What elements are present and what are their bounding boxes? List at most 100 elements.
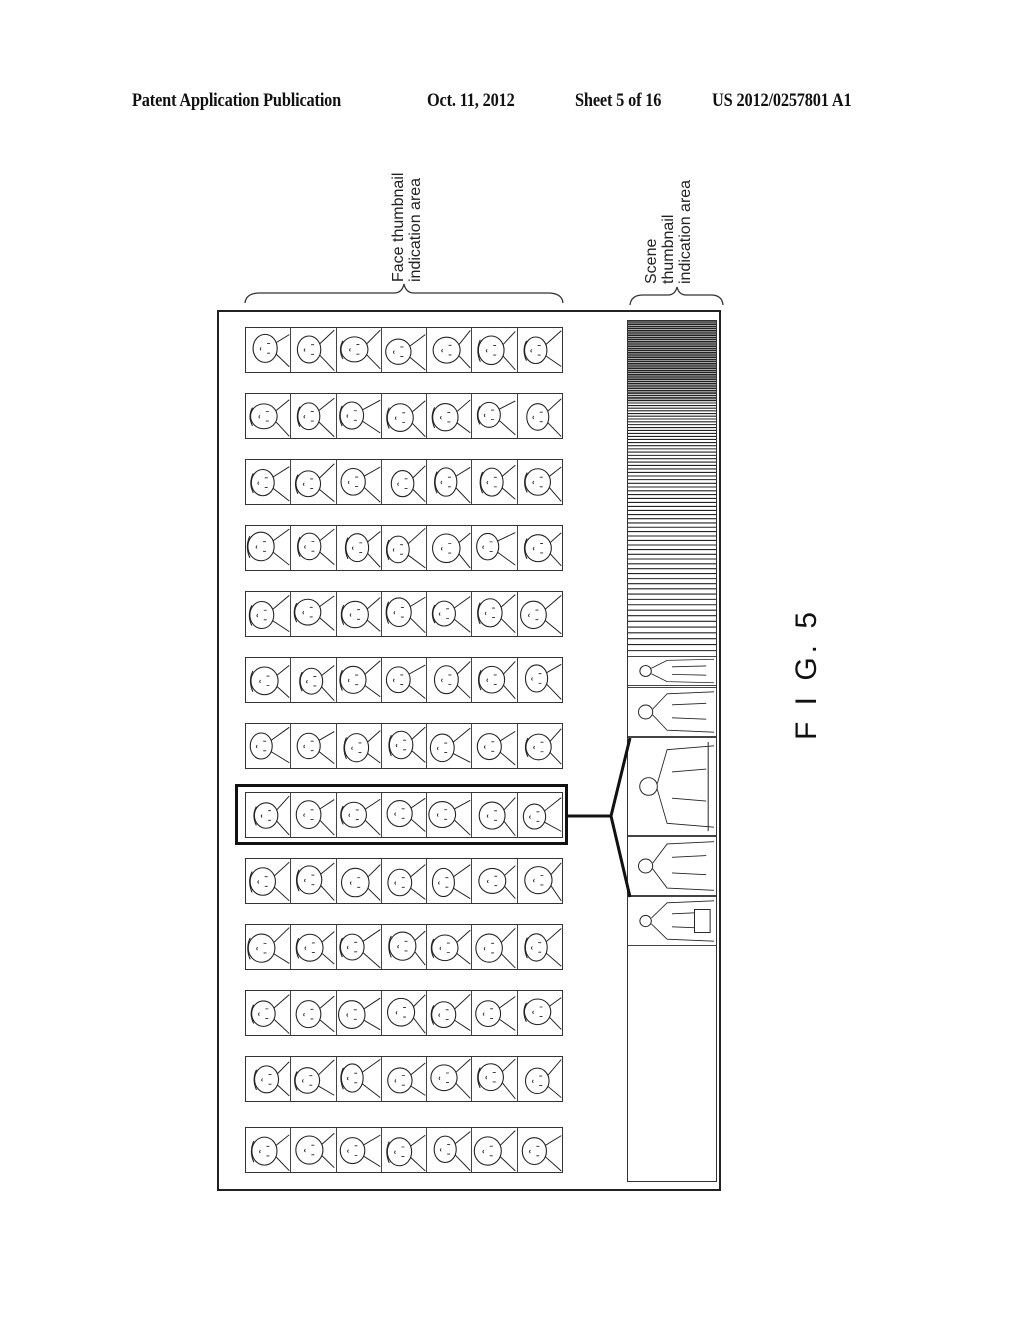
face-thumbnail[interactable]: [337, 328, 382, 372]
face-thumbnail[interactable]: [518, 526, 562, 570]
face-thumbnail[interactable]: [518, 991, 562, 1035]
face-row[interactable]: [245, 990, 563, 1036]
face-thumbnail[interactable]: [472, 460, 518, 504]
scene-thumbnail-area[interactable]: [627, 320, 717, 1182]
face-thumbnail[interactable]: [246, 859, 292, 903]
face-thumbnail[interactable]: [291, 859, 337, 903]
face-thumbnail[interactable]: [472, 925, 518, 969]
face-thumbnail[interactable]: [246, 925, 292, 969]
face-thumbnail[interactable]: [427, 328, 473, 372]
face-thumbnail[interactable]: [427, 991, 473, 1035]
face-thumbnail[interactable]: [246, 526, 292, 570]
face-row[interactable]: [245, 924, 563, 970]
face-thumbnail[interactable]: [518, 592, 562, 636]
face-thumbnail[interactable]: [337, 460, 382, 504]
scene-person-selected[interactable]: [628, 737, 716, 836]
face-thumbnail[interactable]: [382, 526, 428, 570]
face-thumbnail[interactable]: [427, 1057, 473, 1101]
face-row[interactable]: [245, 723, 563, 769]
face-thumbnail[interactable]: [472, 526, 518, 570]
face-thumbnail[interactable]: [291, 526, 337, 570]
face-thumbnail[interactable]: [382, 859, 428, 903]
face-thumbnail[interactable]: [427, 460, 473, 504]
face-thumbnail[interactable]: [246, 1057, 292, 1101]
face-thumbnail[interactable]: [291, 592, 337, 636]
face-thumbnail[interactable]: [472, 328, 518, 372]
face-thumbnail[interactable]: [246, 724, 292, 768]
face-thumbnail[interactable]: [472, 394, 518, 438]
face-thumbnail[interactable]: [382, 1057, 428, 1101]
face-thumbnail[interactable]: [246, 328, 292, 372]
face-row[interactable]: [245, 657, 563, 703]
face-row[interactable]: [245, 393, 563, 439]
face-thumbnail[interactable]: [472, 592, 518, 636]
face-thumbnail[interactable]: [291, 1057, 337, 1101]
scene-person-small-1[interactable]: [628, 656, 716, 686]
face-thumbnail[interactable]: [291, 991, 337, 1035]
face-thumbnail[interactable]: [518, 394, 562, 438]
face-thumbnail[interactable]: [291, 394, 337, 438]
face-thumbnail[interactable]: [427, 1128, 473, 1172]
face-row[interactable]: [245, 459, 563, 505]
face-row[interactable]: [245, 327, 563, 373]
face-thumbnail[interactable]: [291, 328, 337, 372]
face-thumbnail[interactable]: [337, 658, 382, 702]
face-thumbnail[interactable]: [518, 724, 562, 768]
scene-person-with-box[interactable]: [628, 896, 716, 946]
scene-person-4[interactable]: [628, 836, 716, 896]
face-thumbnail[interactable]: [427, 526, 473, 570]
face-thumbnail[interactable]: [382, 460, 428, 504]
face-thumbnail[interactable]: [291, 925, 337, 969]
face-thumbnail[interactable]: [382, 925, 428, 969]
face-thumbnail[interactable]: [427, 859, 473, 903]
face-thumbnail[interactable]: [337, 1128, 382, 1172]
face-thumbnail[interactable]: [337, 724, 382, 768]
face-thumbnail[interactable]: [382, 394, 428, 438]
face-thumbnail[interactable]: [518, 1128, 562, 1172]
face-thumbnail[interactable]: [382, 328, 428, 372]
face-thumbnail[interactable]: [472, 859, 518, 903]
face-thumbnail[interactable]: [427, 592, 473, 636]
face-thumbnail[interactable]: [427, 658, 473, 702]
face-thumbnail[interactable]: [472, 724, 518, 768]
face-thumbnail[interactable]: [472, 1128, 518, 1172]
face-row[interactable]: [245, 858, 563, 904]
face-thumbnail[interactable]: [518, 925, 562, 969]
face-thumbnail[interactable]: [337, 1057, 382, 1101]
face-thumbnail[interactable]: [518, 1057, 562, 1101]
face-thumbnail[interactable]: [518, 460, 562, 504]
face-thumbnail[interactable]: [427, 394, 473, 438]
face-thumbnail[interactable]: [337, 592, 382, 636]
face-row[interactable]: [245, 1127, 563, 1173]
face-thumbnail[interactable]: [291, 460, 337, 504]
face-row[interactable]: [245, 525, 563, 571]
face-thumbnail[interactable]: [382, 592, 428, 636]
face-thumbnail[interactable]: [291, 724, 337, 768]
face-row[interactable]: [245, 1056, 563, 1102]
face-thumbnail[interactable]: [291, 1128, 337, 1172]
face-thumbnail[interactable]: [246, 592, 292, 636]
face-thumbnail[interactable]: [382, 991, 428, 1035]
face-thumbnail[interactable]: [291, 658, 337, 702]
face-thumbnail[interactable]: [246, 991, 292, 1035]
face-thumbnail[interactable]: [337, 859, 382, 903]
face-thumbnail[interactable]: [472, 658, 518, 702]
face-thumbnail[interactable]: [518, 328, 562, 372]
face-thumbnail[interactable]: [337, 394, 382, 438]
face-thumbnail[interactable]: [337, 991, 382, 1035]
face-thumbnail[interactable]: [382, 1128, 428, 1172]
face-thumbnail[interactable]: [427, 925, 473, 969]
face-thumbnail[interactable]: [472, 991, 518, 1035]
face-thumbnail[interactable]: [246, 1128, 292, 1172]
face-thumbnail[interactable]: [427, 724, 473, 768]
face-thumbnail[interactable]: [337, 526, 382, 570]
face-thumbnail[interactable]: [472, 1057, 518, 1101]
face-thumbnail[interactable]: [518, 859, 562, 903]
face-thumbnail[interactable]: [246, 658, 292, 702]
face-thumbnail[interactable]: [337, 925, 382, 969]
face-thumbnail[interactable]: [518, 658, 562, 702]
face-thumbnail[interactable]: [246, 394, 292, 438]
face-thumbnail[interactable]: [246, 460, 292, 504]
scene-person-2[interactable]: [628, 687, 716, 737]
face-row[interactable]: [245, 591, 563, 637]
